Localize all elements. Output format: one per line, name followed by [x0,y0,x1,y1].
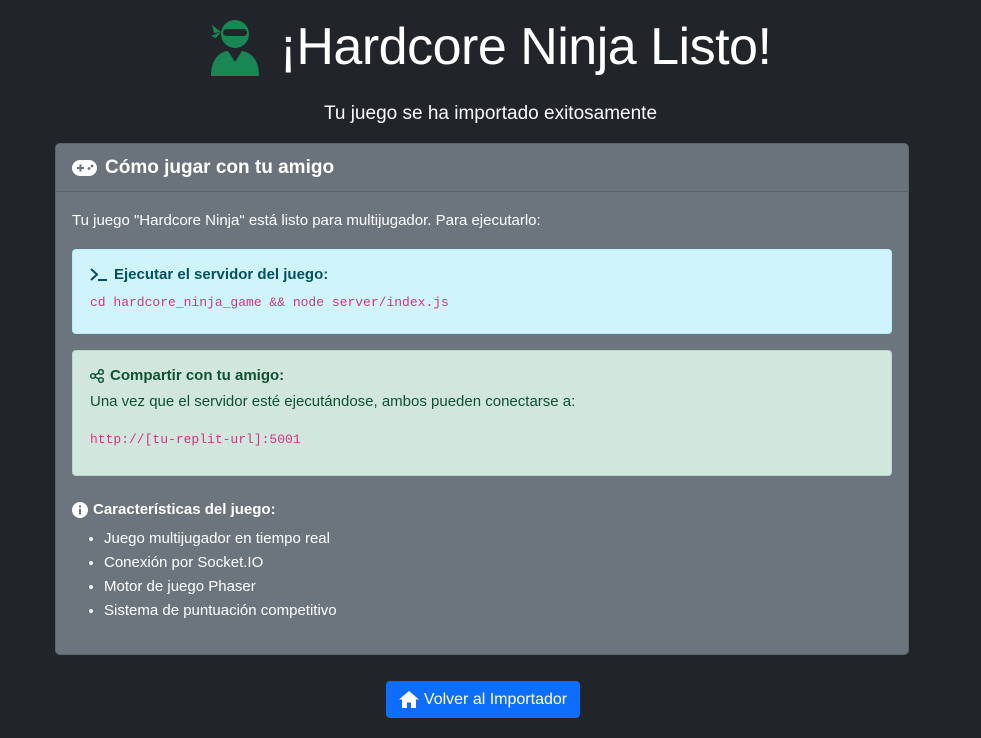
features-title: Características del juego: [93,501,276,518]
page-title: ¡Hardcore Ninja Listo! [279,18,772,76]
intro-text: Tu juego "Hardcore Ninja" está listo par… [72,212,541,229]
page: ¡Hardcore Ninja Listo! Tu juego se ha im… [0,0,981,738]
card-body: Tu juego "Hardcore Ninja" está listo par… [56,192,908,623]
share-icon [90,368,104,383]
share-text: Una vez que el servidor esté ejecutándos… [90,393,576,410]
share-alert: Compartir con tu amigo: Una vez que el s… [72,350,892,476]
home-icon [398,691,419,708]
card-title: Cómo jugar con tu amigo [105,156,335,178]
list-item: Sistema de puntuación competitivo [104,599,892,623]
gamepad-icon [72,159,97,176]
share-title: Compartir con tu amigo: [110,367,285,384]
info-circle-icon [72,501,88,518]
share-heading: Compartir con tu amigo: [90,367,874,384]
terminal-icon [90,267,108,282]
hero: ¡Hardcore Ninja Listo! Tu juego se ha im… [0,0,981,125]
list-item: Juego multijugador en tiempo real [104,527,892,551]
instructions-card: Cómo jugar con tu amigo Tu juego "Hardco… [55,143,909,655]
run-server-heading: Ejecutar el servidor del juego: [90,266,874,283]
run-server-command: cd hardcore_ninja_game && node server/in… [90,295,449,310]
share-url: http://[tu-replit-url]:5001 [90,432,301,447]
page-subtitle: Tu juego se ha importado exitosamente [323,103,658,124]
features-list: Juego multijugador en tiempo real Conexi… [72,527,892,623]
features-heading: Características del juego: [72,501,892,518]
list-item: Conexión por Socket.IO [104,551,892,575]
card-header: Cómo jugar con tu amigo [56,144,908,192]
back-button-label: Volver al Importador [423,690,568,708]
run-server-alert: Ejecutar el servidor del juego: cd hardc… [72,249,892,334]
hero-heading: ¡Hardcore Ninja Listo! [210,18,772,76]
user-ninja-icon [210,18,262,76]
list-item: Motor de juego Phaser [104,575,892,599]
run-server-title: Ejecutar el servidor del juego: [114,266,329,283]
back-to-importer-button[interactable]: Volver al Importador [386,681,580,718]
